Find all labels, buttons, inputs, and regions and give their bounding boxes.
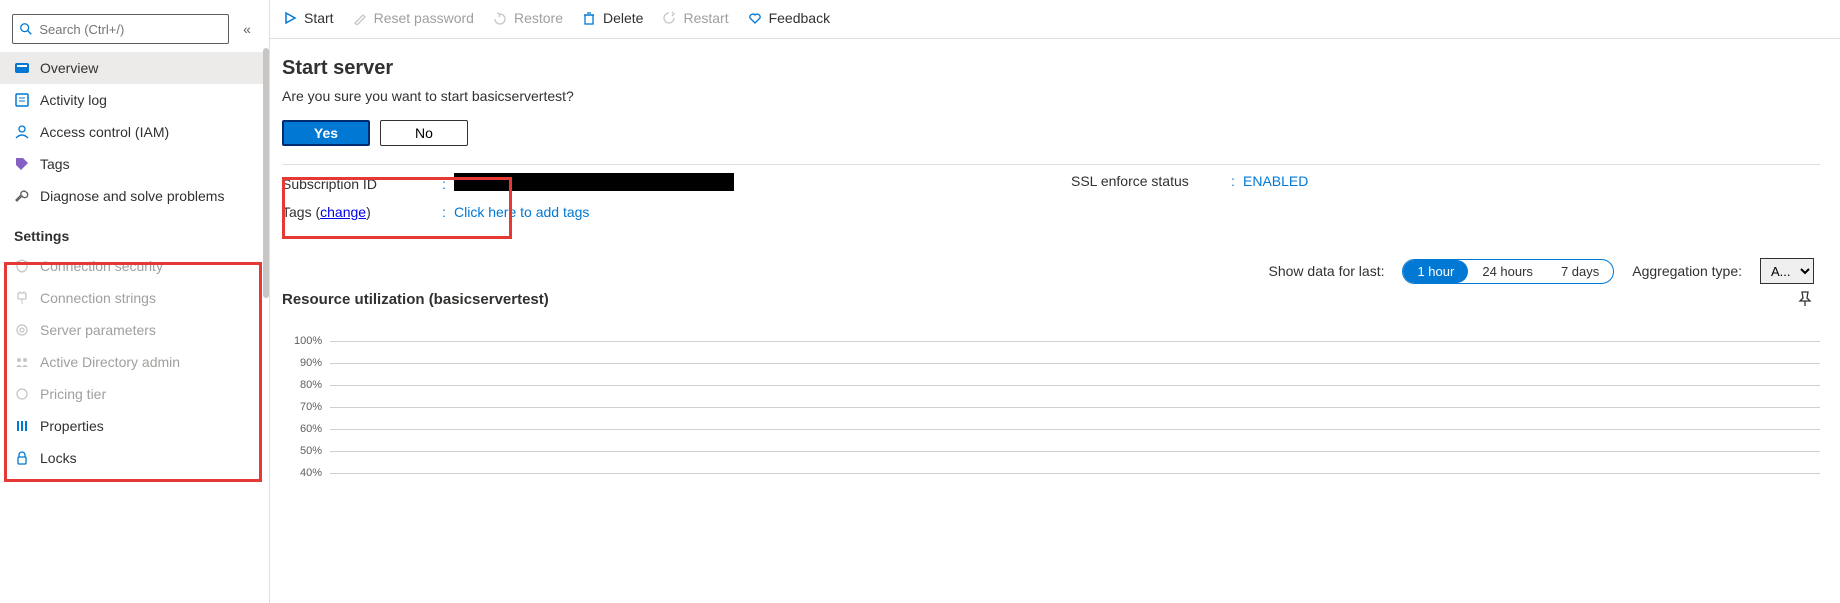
reset-password-button[interactable]: Reset password (352, 10, 474, 26)
dialog-title: Start server (282, 57, 1820, 80)
chart-title: Resource utilization (basicservertest) (282, 291, 549, 308)
sidebar-item-label: Connection strings (40, 290, 156, 306)
prop-val-subscription-id (454, 173, 734, 194)
pin-icon (1796, 290, 1814, 308)
aggregation-select[interactable]: A... (1760, 258, 1814, 284)
plug-icon (14, 290, 30, 306)
sidebar-item-ad-admin[interactable]: Active Directory admin (0, 346, 269, 378)
sidebar-item-label: Locks (40, 450, 77, 466)
aggregation-label: Aggregation type: (1632, 263, 1742, 279)
dialog-yes-button[interactable]: Yes (282, 120, 370, 146)
sidebar-item-connection-strings[interactable]: Connection strings (0, 282, 269, 314)
sidebar-item-tags[interactable]: Tags (0, 148, 269, 180)
y-tick: 70% (294, 401, 330, 413)
play-icon (282, 10, 298, 26)
lock-icon (14, 450, 30, 466)
sidebar-item-iam[interactable]: Access control (IAM) (0, 116, 269, 148)
prop-key-ssl: SSL enforce status (1071, 173, 1231, 189)
prop-key-tags: Tags (change) (282, 204, 442, 220)
log-icon (14, 92, 30, 108)
collapse-sidebar-button[interactable]: « (237, 21, 257, 37)
prop-key-subscription-id: Subscription ID (282, 176, 442, 192)
user-icon (14, 124, 30, 140)
sidebar-item-label: Access control (IAM) (40, 124, 169, 140)
heart-icon (747, 10, 763, 26)
restart-button[interactable]: Restart (661, 10, 728, 26)
sidebar-item-label: Properties (40, 418, 104, 434)
sidebar-item-label: Active Directory admin (40, 354, 180, 370)
wrench-icon (14, 188, 30, 204)
time-range-label: Show data for last: (1269, 263, 1385, 279)
main-panel: Start Reset password Restore Delete Rest… (270, 0, 1840, 603)
range-1hour[interactable]: 1 hour (1403, 260, 1468, 283)
chart-grid: 100% 90% 80% 70% 60% 50% 40% (282, 330, 1820, 484)
y-tick: 90% (294, 357, 330, 369)
feedback-button[interactable]: Feedback (747, 10, 830, 26)
restore-icon (492, 10, 508, 26)
bars-icon (14, 418, 30, 434)
sidebar: « Overview Activity log Access control (… (0, 0, 270, 603)
sidebar-item-properties[interactable]: Properties (0, 410, 269, 442)
sidebar-item-label: Activity log (40, 92, 107, 108)
sidebar-search[interactable] (12, 14, 229, 44)
sidebar-item-locks[interactable]: Locks (0, 442, 269, 474)
y-tick: 80% (294, 379, 330, 391)
tag-icon (14, 156, 30, 172)
start-button[interactable]: Start (282, 10, 334, 26)
sidebar-item-connection-security[interactable]: Connection security (0, 250, 269, 282)
sidebar-item-label: Server parameters (40, 322, 156, 338)
tags-change-link[interactable]: change (320, 204, 366, 220)
prop-val-ssl[interactable]: ENABLED (1243, 173, 1308, 189)
delete-button[interactable]: Delete (581, 10, 643, 26)
y-tick: 40% (294, 467, 330, 479)
dialog-no-button[interactable]: No (380, 120, 468, 146)
range-24hours[interactable]: 24 hours (1468, 260, 1547, 283)
sidebar-scrollbar[interactable] (263, 48, 269, 298)
sidebar-item-overview[interactable]: Overview (0, 52, 269, 84)
gear-icon (14, 322, 30, 338)
trash-icon (581, 10, 597, 26)
toolbar: Start Reset password Restore Delete Rest… (270, 0, 1840, 39)
sidebar-section-settings: Settings (0, 212, 269, 250)
sidebar-item-label: Connection security (40, 258, 163, 274)
sidebar-item-server-parameters[interactable]: Server parameters (0, 314, 269, 346)
y-tick: 60% (294, 423, 330, 435)
sidebar-item-label: Diagnose and solve problems (40, 188, 224, 204)
sidebar-item-diagnose[interactable]: Diagnose and solve problems (0, 180, 269, 212)
shield-icon (14, 258, 30, 274)
server-icon (14, 60, 30, 76)
restore-button[interactable]: Restore (492, 10, 563, 26)
resource-properties: Subscription ID : Tags (change) : Click … (282, 173, 1820, 220)
sidebar-item-activitylog[interactable]: Activity log (0, 84, 269, 116)
search-icon (19, 21, 33, 37)
pencil-icon (352, 10, 368, 26)
sidebar-item-label: Tags (40, 156, 70, 172)
time-range-picker[interactable]: 1 hour 24 hours 7 days (1402, 259, 1614, 284)
pin-chart-button[interactable] (1796, 290, 1814, 308)
y-tick: 100% (294, 335, 330, 347)
dialog-message: Are you sure you want to start basicserv… (282, 88, 1820, 104)
users-icon (14, 354, 30, 370)
sidebar-item-label: Pricing tier (40, 386, 106, 402)
chart-section: Show data for last: 1 hour 24 hours 7 da… (282, 258, 1820, 484)
search-input[interactable] (39, 22, 222, 37)
y-tick: 50% (294, 445, 330, 457)
redacted-value (454, 173, 734, 191)
range-7days[interactable]: 7 days (1547, 260, 1613, 283)
cog-icon (14, 386, 30, 402)
start-server-dialog: Start server Are you sure you want to st… (282, 57, 1820, 165)
add-tags-link[interactable]: Click here to add tags (454, 204, 589, 220)
sidebar-item-label: Overview (40, 60, 98, 76)
restart-icon (661, 10, 677, 26)
sidebar-item-pricing-tier[interactable]: Pricing tier (0, 378, 269, 410)
